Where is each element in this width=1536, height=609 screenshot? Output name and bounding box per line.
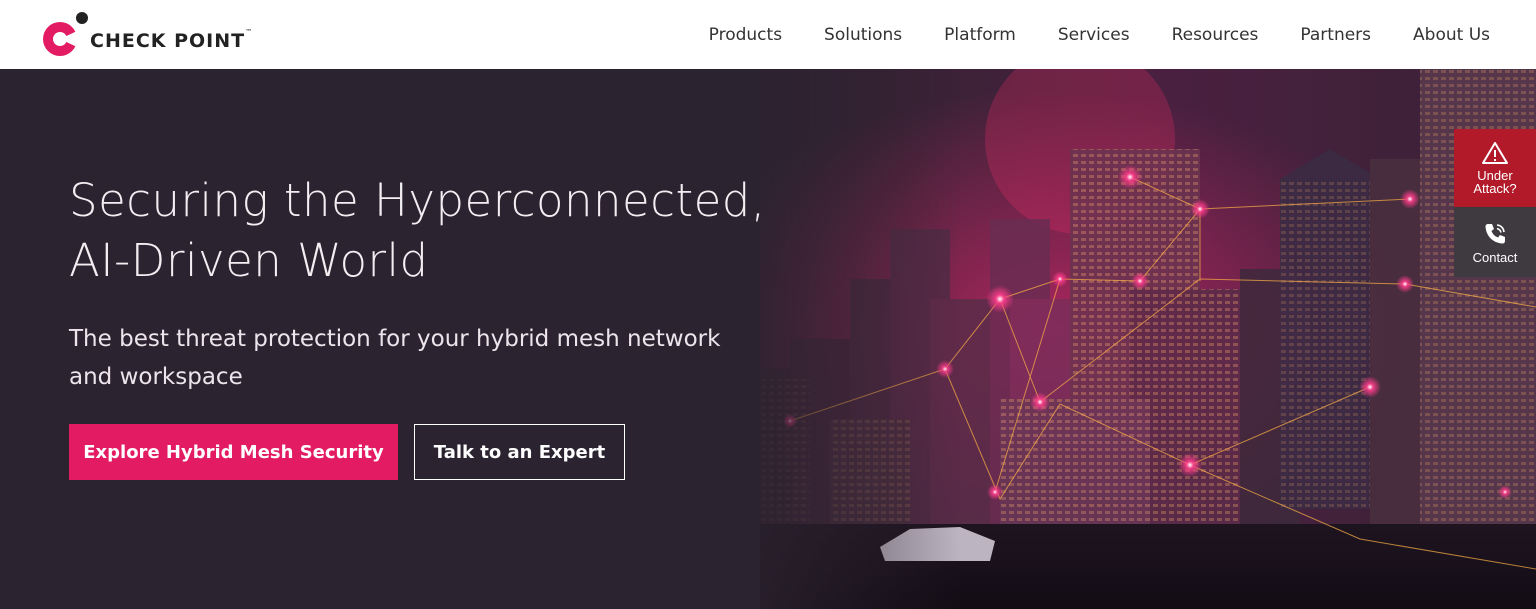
hero-section: Securing the Hyperconnected, AI-Driven W… bbox=[0, 69, 1536, 609]
trademark: ™ bbox=[245, 28, 254, 36]
nav-services[interactable]: Services bbox=[1058, 25, 1130, 45]
hero-headline-line1: Securing the Hyperconnected, bbox=[69, 174, 766, 227]
nav-partners[interactable]: Partners bbox=[1300, 25, 1371, 45]
check-point-logo[interactable]: CHECK POINT™ bbox=[42, 11, 262, 59]
under-attack-button[interactable]: Under Attack? bbox=[1454, 129, 1536, 207]
phone-icon bbox=[1485, 223, 1505, 243]
site-header: CHECK POINT™ Products Solutions Platform… bbox=[0, 0, 1536, 69]
contact-label: Contact bbox=[1472, 249, 1518, 265]
nav-solutions[interactable]: Solutions bbox=[824, 25, 902, 45]
hero-headline-line2: AI-Driven World bbox=[69, 234, 429, 287]
nav-resources[interactable]: Resources bbox=[1172, 25, 1259, 45]
talk-to-expert-button[interactable]: Talk to an Expert bbox=[414, 424, 625, 480]
under-attack-label: Under Attack? bbox=[1473, 168, 1517, 196]
warning-triangle-icon bbox=[1482, 142, 1508, 164]
brand-name: CHECK POINT bbox=[90, 30, 246, 52]
contact-button[interactable]: Contact bbox=[1454, 207, 1536, 277]
nav-about-us[interactable]: About Us bbox=[1413, 25, 1490, 45]
main-nav: Products Solutions Platform Services Res… bbox=[667, 0, 1490, 69]
nav-products[interactable]: Products bbox=[709, 25, 782, 45]
hero-headline: Securing the Hyperconnected, AI-Driven W… bbox=[69, 171, 766, 291]
explore-hybrid-mesh-button[interactable]: Explore Hybrid Mesh Security bbox=[69, 424, 398, 480]
check-point-logo-icon bbox=[43, 12, 88, 56]
hero-subheadline: The best threat protection for your hybr… bbox=[69, 326, 721, 390]
nav-platform[interactable]: Platform bbox=[944, 25, 1016, 45]
brand-wordmark: CHECK POINT™ bbox=[90, 28, 254, 52]
